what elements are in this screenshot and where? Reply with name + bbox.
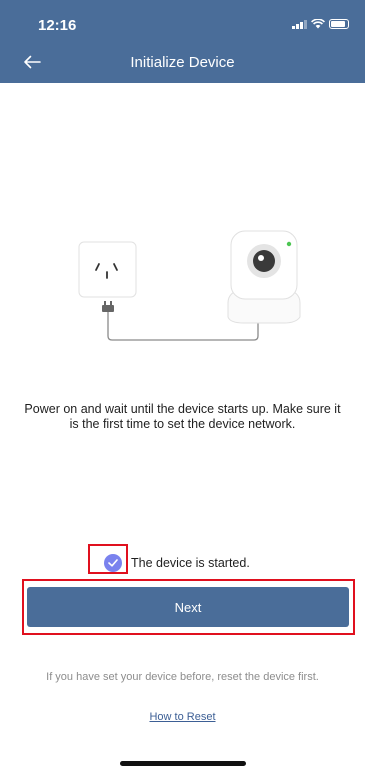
status-time: 12:16 — [38, 17, 77, 34]
home-indicator — [120, 761, 246, 766]
security-camera-icon — [227, 230, 301, 324]
power-socket-icon — [78, 241, 137, 298]
next-button[interactable]: Next — [27, 587, 349, 627]
plug-icon — [102, 301, 114, 312]
device-started-row[interactable]: The device is started. — [104, 554, 250, 572]
setup-instructions: Power on and wait until the device start… — [24, 402, 341, 431]
checkmark-icon — [108, 559, 118, 567]
battery-icon — [329, 19, 349, 29]
device-started-label: The device is started. — [131, 556, 250, 570]
reset-hint: If you have set your device before, rese… — [46, 671, 319, 683]
how-to-reset-link[interactable]: How to Reset — [0, 711, 365, 723]
device-started-checkbox[interactable] — [104, 554, 122, 572]
page-title: Initialize Device — [130, 54, 235, 71]
app-header: 12:16 Initialize Device — [0, 0, 365, 83]
wifi-icon — [311, 19, 325, 29]
device-setup-illustration — [78, 230, 301, 341]
status-icons — [292, 19, 349, 29]
signal-icon — [292, 19, 307, 29]
